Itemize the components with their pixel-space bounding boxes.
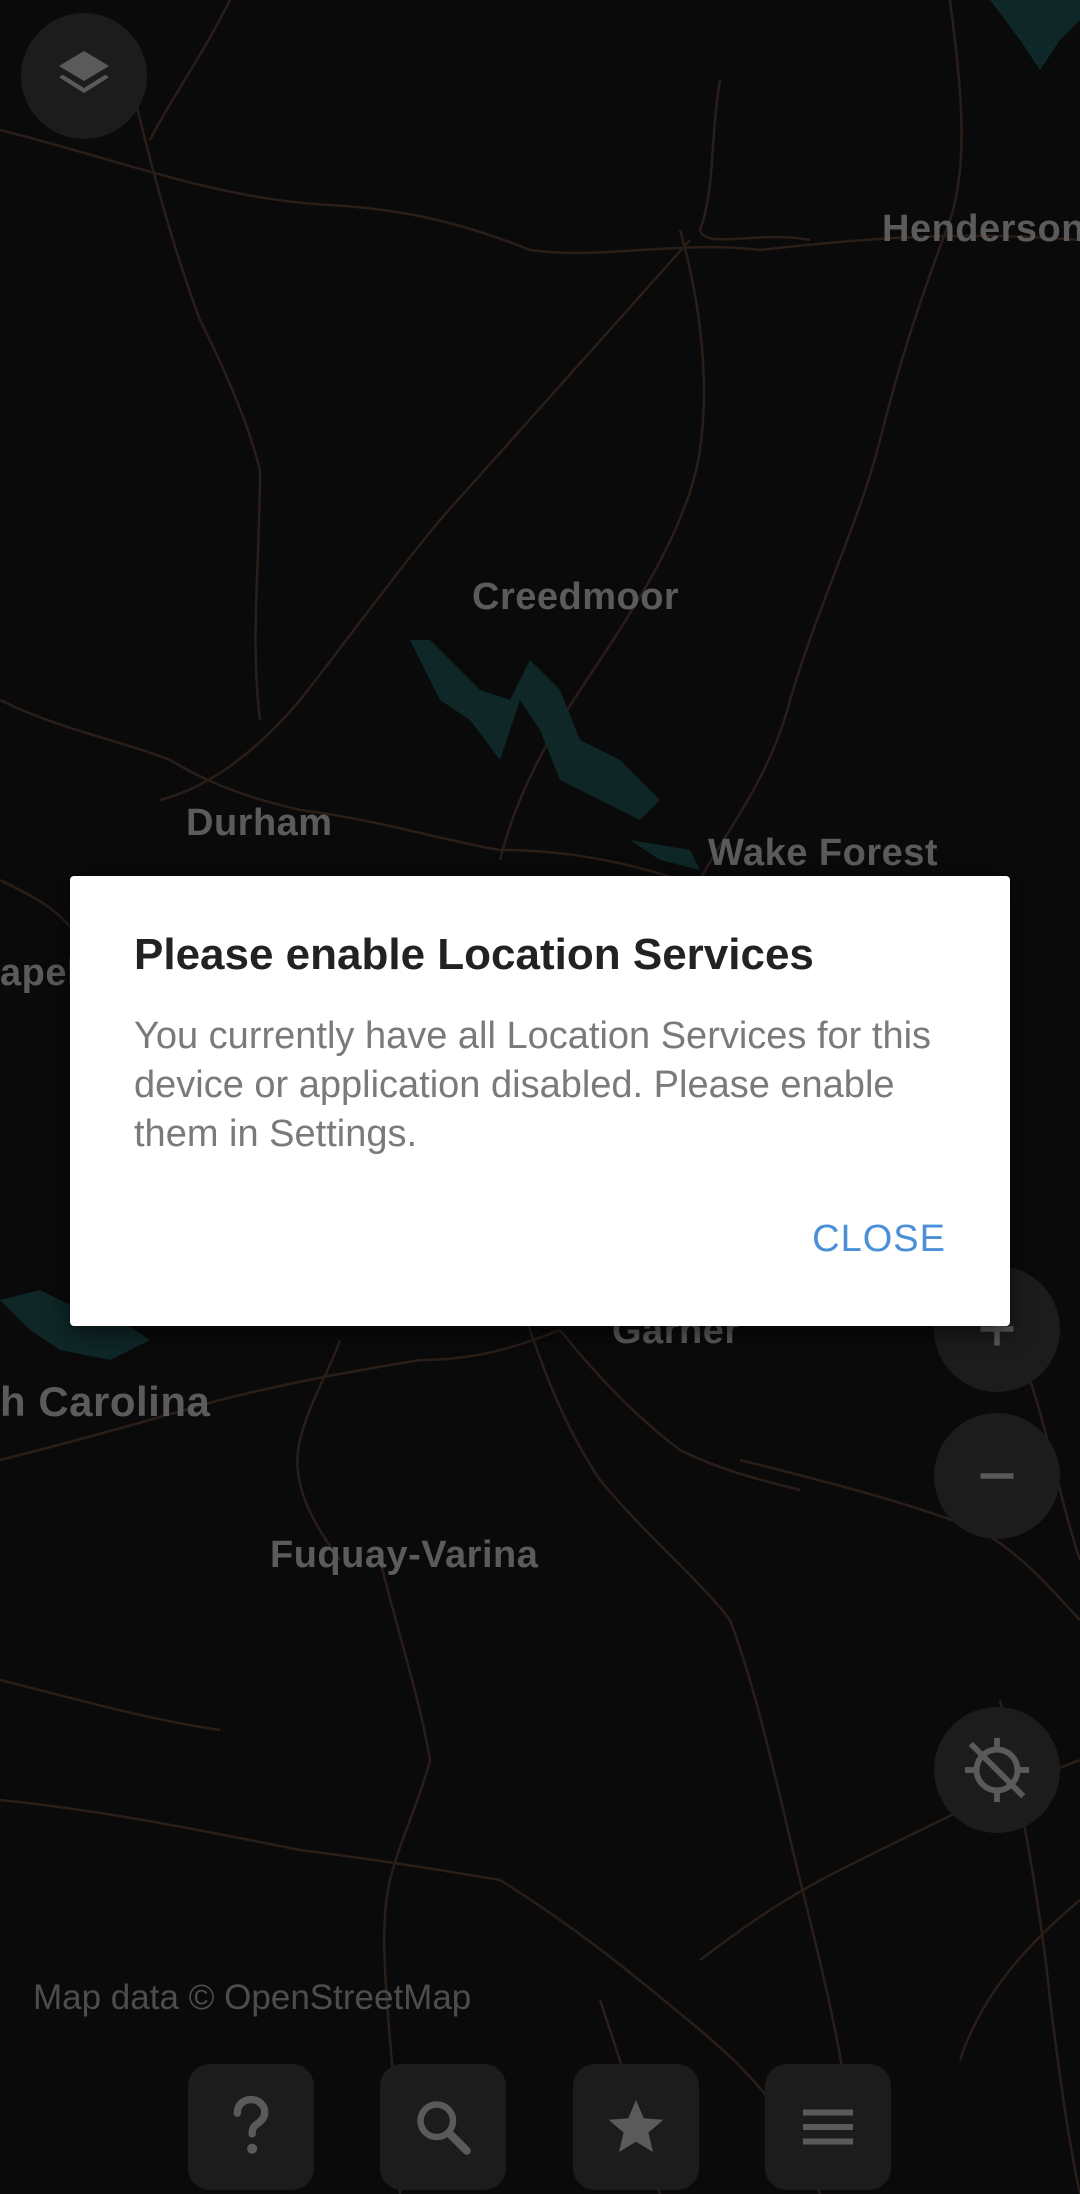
search-icon (417, 2101, 471, 2155)
map-attribution: Map data © OpenStreetMap (33, 1978, 472, 2017)
layers-icon (59, 51, 109, 93)
region-label-north-carolina: h Carolina (0, 1378, 211, 1425)
city-label-durham: Durham (186, 802, 333, 844)
city-label-chapel-hill: apel (0, 952, 79, 994)
city-label-fuquay-varina: Fuquay-Varina (270, 1534, 539, 1576)
favorites-button[interactable] (573, 2064, 699, 2190)
location-disabled-icon (964, 1737, 1030, 1803)
bottom-toolbar (0, 2064, 1080, 2194)
menu-icon (803, 2109, 853, 2145)
dialog-title: Please enable Location Services (134, 930, 814, 979)
minus-icon (980, 1473, 1014, 1479)
question-icon (233, 2095, 269, 2154)
layers-button[interactable] (21, 13, 147, 139)
city-label-wake-forest: Wake Forest (708, 832, 939, 874)
close-button[interactable]: CLOSE (812, 1218, 946, 1261)
help-button[interactable] (188, 2064, 314, 2190)
star-icon (608, 2099, 664, 2153)
city-label-creedmoor: Creedmoor (472, 576, 680, 618)
city-label-henderson: Henderson (882, 208, 1080, 250)
zoom-out-button[interactable] (934, 1413, 1060, 1539)
search-button[interactable] (380, 2064, 506, 2190)
my-location-button[interactable] (934, 1707, 1060, 1833)
location-services-dialog: Please enable Location Services You curr… (70, 876, 1010, 1326)
menu-button[interactable] (765, 2064, 891, 2190)
dialog-message: You currently have all Location Services… (134, 1015, 932, 1155)
